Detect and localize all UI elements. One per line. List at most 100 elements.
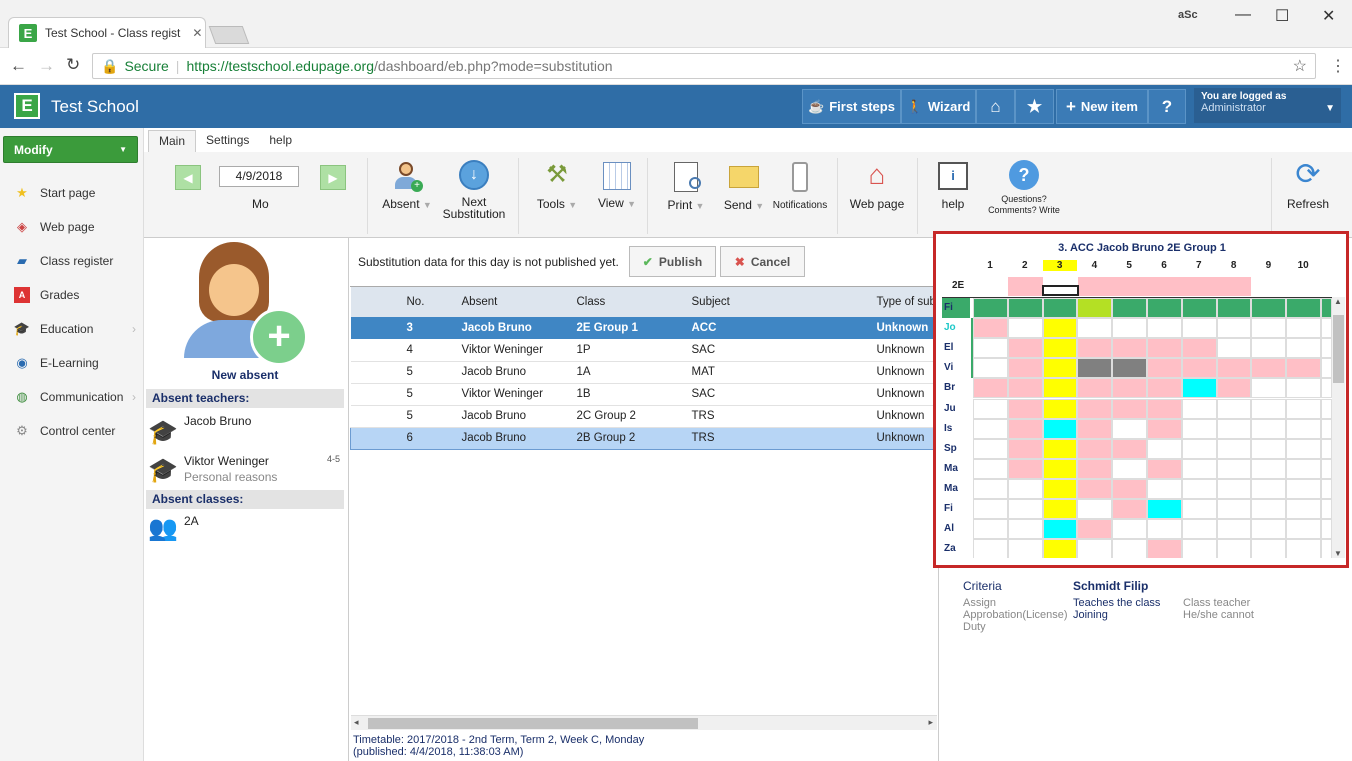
- sidebar-item-control-center[interactable]: ⚙ Control center: [14, 419, 140, 443]
- timetable-cell[interactable]: [1251, 318, 1287, 339]
- browser-menu-icon[interactable]: ⋮: [1330, 56, 1346, 76]
- timetable-cell[interactable]: [1147, 478, 1182, 499]
- column-header[interactable]: Absent: [454, 287, 569, 317]
- table-row[interactable]: 5 Viktor Weninger 1B SAC Unknown: [350, 383, 938, 405]
- timetable-cell[interactable]: [1112, 438, 1147, 459]
- view-button[interactable]: View ▼: [592, 160, 642, 210]
- scroll-left-icon[interactable]: ◂: [354, 717, 359, 728]
- timetable-cell[interactable]: [1216, 458, 1252, 479]
- absent-class-item[interactable]: 👥 2A: [146, 512, 344, 548]
- timetable-cell[interactable]: [1077, 378, 1113, 399]
- timetable-cell[interactable]: [1286, 539, 1321, 558]
- absent-button[interactable]: + Absent ▼: [378, 160, 436, 211]
- timetable-cell[interactable]: [1216, 338, 1252, 359]
- timetable-cell[interactable]: [1077, 458, 1113, 479]
- timetable-cell[interactable]: [1216, 478, 1252, 499]
- sidebar-item-education[interactable]: 🎓 Education ›: [14, 317, 140, 341]
- timetable-cell[interactable]: [1007, 539, 1043, 558]
- timetable-cell[interactable]: [973, 378, 1008, 399]
- timetable-cell[interactable]: [1181, 539, 1217, 558]
- timetable-cell[interactable]: [1007, 418, 1043, 439]
- tab-main[interactable]: Main: [148, 130, 197, 152]
- timetable-cell[interactable]: [1216, 318, 1252, 339]
- table-row[interactable]: 4 Viktor Weninger 1P SAC Unknown: [350, 339, 938, 361]
- timetable-cell[interactable]: [1216, 438, 1252, 459]
- sidebar-item-communication[interactable]: ◍ Communication ›: [14, 385, 140, 409]
- timetable-cell[interactable]: [1042, 478, 1078, 499]
- minimize-icon[interactable]: —: [1235, 6, 1251, 24]
- timetable-cell[interactable]: [1077, 418, 1113, 439]
- send-button[interactable]: Send ▼: [718, 160, 770, 212]
- timetable-cell[interactable]: [1147, 398, 1182, 419]
- timetable-teacher-label[interactable]: Fi: [942, 298, 970, 318]
- timetable-cell[interactable]: [1112, 318, 1147, 339]
- timetable-cell[interactable]: [1112, 298, 1147, 319]
- timetable-teacher-label[interactable]: Al: [944, 523, 954, 534]
- timetable-cell[interactable]: [1042, 499, 1078, 520]
- timetable-cell[interactable]: [1007, 438, 1043, 459]
- timetable-cell[interactable]: [1251, 418, 1287, 439]
- sidebar-item-grades[interactable]: A Grades: [14, 283, 140, 307]
- timetable-cell[interactable]: [1181, 478, 1217, 499]
- timetable-cell[interactable]: [1112, 358, 1147, 379]
- timetable-cell[interactable]: [1147, 438, 1182, 459]
- timetable-cell[interactable]: [1007, 318, 1043, 339]
- timetable-cell[interactable]: [1112, 478, 1147, 499]
- timetable-cell[interactable]: [1042, 458, 1078, 479]
- timetable-cell[interactable]: [1007, 378, 1043, 399]
- timetable-cell[interactable]: [1112, 338, 1147, 359]
- timetable-cell[interactable]: [1251, 438, 1287, 459]
- timetable-cell[interactable]: [1112, 499, 1147, 520]
- table-row[interactable]: 3 Jacob Bruno 2E Group 1 ACC Unknown: [350, 317, 938, 339]
- cancel-button[interactable]: ✖ Cancel: [720, 246, 805, 277]
- sidebar-item-class-register[interactable]: ▰ Class register: [14, 249, 140, 273]
- timetable-cell[interactable]: [1216, 298, 1252, 319]
- reload-icon[interactable]: ↻: [66, 55, 80, 75]
- timetable-cell[interactable]: [1251, 519, 1287, 540]
- horizontal-scrollbar[interactable]: ◂ ▸: [351, 715, 937, 730]
- timetable-cell[interactable]: [1077, 519, 1113, 540]
- timetable-cell[interactable]: [973, 458, 1008, 479]
- timetable-cell[interactable]: [1077, 318, 1113, 339]
- timetable-cell[interactable]: [1042, 418, 1078, 439]
- timetable-cell[interactable]: [1147, 539, 1182, 558]
- timetable-cell[interactable]: [1251, 338, 1287, 359]
- timetable-cell[interactable]: [1181, 458, 1217, 479]
- timetable-cell[interactable]: [1112, 539, 1147, 558]
- timetable-cell[interactable]: [1181, 438, 1217, 459]
- timetable-cell[interactable]: [1251, 458, 1287, 479]
- timetable-cell[interactable]: [1042, 438, 1078, 459]
- timetable-cell[interactable]: [1147, 318, 1182, 339]
- timetable-cell[interactable]: [1286, 338, 1321, 359]
- timetable-cell[interactable]: [1286, 519, 1321, 540]
- timetable-cell[interactable]: [1286, 499, 1321, 520]
- timetable-cell[interactable]: [1007, 298, 1043, 319]
- sidebar-item-web-page[interactable]: ◈ Web page: [14, 215, 140, 239]
- timetable-teacher-label[interactable]: Ma: [944, 463, 958, 474]
- timetable-cell[interactable]: [1251, 298, 1287, 319]
- scroll-right-icon[interactable]: ▸: [928, 717, 933, 728]
- sidebar-item-e-learning[interactable]: ◉ E-Learning: [14, 351, 140, 375]
- timetable-cell[interactable]: [1007, 458, 1043, 479]
- prev-day-button[interactable]: ◀: [175, 165, 201, 190]
- scroll-down-icon[interactable]: ▼: [1334, 549, 1342, 558]
- timetable-cell[interactable]: [1251, 358, 1287, 379]
- first-steps-button[interactable]: ☕ First steps: [802, 89, 901, 124]
- url-input[interactable]: 🔒 Secure | https://testschool.edupage.or…: [92, 53, 1316, 79]
- forward-icon[interactable]: →: [38, 56, 55, 76]
- school-logo[interactable]: E: [14, 93, 40, 119]
- timetable-cell[interactable]: [1286, 298, 1321, 319]
- timetable-teacher-label[interactable]: Is: [944, 423, 952, 434]
- timetable-cell[interactable]: [973, 519, 1008, 540]
- help-button[interactable]: ?: [1148, 89, 1186, 124]
- timetable-teacher-label[interactable]: Ju: [944, 403, 956, 414]
- timetable-cell[interactable]: [1181, 418, 1217, 439]
- timetable-cell[interactable]: [1286, 398, 1321, 419]
- close-window-icon[interactable]: ✕: [1322, 6, 1335, 26]
- timetable-cell[interactable]: [1042, 539, 1078, 558]
- timetable-cell[interactable]: [1112, 519, 1147, 540]
- timetable-cell[interactable]: [1216, 358, 1252, 379]
- tab-help[interactable]: help: [259, 130, 302, 152]
- timetable-cell[interactable]: [1147, 458, 1182, 479]
- absent-teacher-item[interactable]: 🎓 Jacob Bruno: [146, 412, 344, 448]
